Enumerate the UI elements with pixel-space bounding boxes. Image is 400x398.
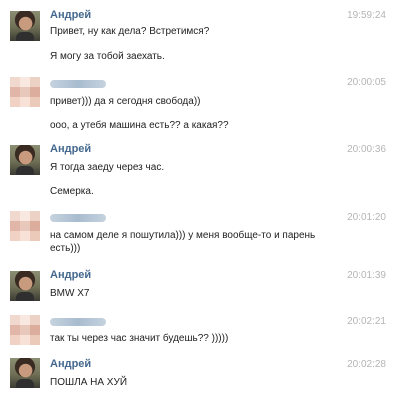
message-text: Я могу за тобой заехать.	[50, 51, 165, 62]
avatar-blurred[interactable]	[10, 315, 40, 345]
avatar-blurred[interactable]	[10, 211, 40, 241]
message-time: 20:02:21	[347, 316, 386, 327]
message-time: 19:59:24	[347, 10, 386, 21]
message-time: 20:01:20	[347, 212, 386, 223]
author-name-blurred[interactable]	[50, 318, 106, 326]
message-text: Привет, ну как дела? Встретимся?	[50, 26, 210, 37]
message-time: 20:00:05	[347, 77, 386, 88]
author-name-blurred[interactable]	[50, 80, 106, 88]
message-time: 20:00:36	[347, 144, 386, 155]
message-text: ооо, а утебя машина есть?? а какая??	[50, 120, 229, 131]
avatar-andrey[interactable]	[10, 271, 40, 301]
message-text: Семерка.	[50, 186, 94, 197]
message-time: 20:02:28	[347, 359, 386, 370]
author-name-blurred[interactable]	[50, 214, 106, 222]
message-time: 20:01:39	[347, 270, 386, 281]
author-name[interactable]: Андрей	[50, 269, 91, 282]
message-text: на самом деле я пошутила))) у меня вообщ…	[50, 230, 316, 241]
author-name[interactable]: Андрей	[50, 358, 91, 371]
avatar-andrey[interactable]	[10, 11, 40, 41]
avatar-blurred[interactable]	[10, 77, 40, 107]
message-text: есть)))	[50, 243, 81, 254]
author-name[interactable]: Андрей	[50, 9, 91, 22]
author-name[interactable]: Андрей	[50, 143, 91, 156]
message-text: Я тогда заеду через час.	[50, 162, 165, 173]
message-text: BMW X7	[50, 288, 90, 299]
message-text: так ты через час значит будешь?? )))))	[50, 333, 229, 344]
message-text: ПОШЛА НА ХУЙ	[50, 377, 128, 388]
avatar-andrey[interactable]	[10, 358, 40, 388]
message-text: привет))) да я сегодня свобода))	[50, 96, 201, 107]
avatar-andrey[interactable]	[10, 145, 40, 175]
